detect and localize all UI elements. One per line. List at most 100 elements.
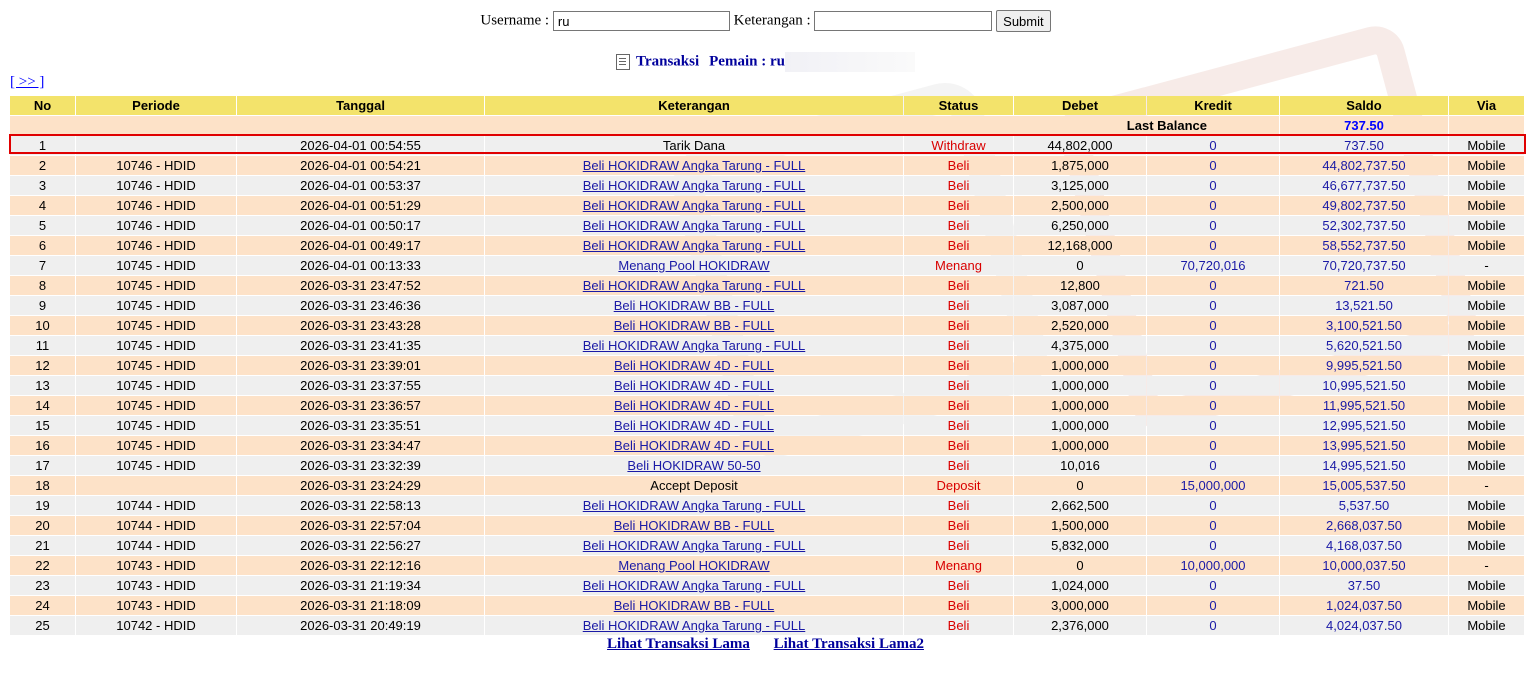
transaction-link[interactable]: Beli HOKIDRAW BB - FULL xyxy=(614,518,775,533)
keterangan-input[interactable] xyxy=(814,11,993,31)
cell-via: Mobile xyxy=(1449,396,1524,415)
cell-kredit: 10,000,000 xyxy=(1147,556,1279,575)
cell-debet: 5,832,000 xyxy=(1014,536,1146,555)
table-row: 17 10745 - HDID 2026-03-31 23:32:39 Beli HO… xyxy=(10,456,1524,475)
cell-keterangan: Beli HOKIDRAW 4D - FULL xyxy=(485,376,903,395)
cell-periode: 10745 - HDID xyxy=(76,376,236,395)
column-header: Tanggal xyxy=(237,96,484,115)
transaction-link[interactable]: Beli HOKIDRAW 4D - FULL xyxy=(614,438,774,453)
column-header: Kredit xyxy=(1147,96,1279,115)
cell-tanggal: 2026-03-31 20:49:19 xyxy=(237,616,484,635)
old-transactions-link[interactable]: Lihat Transaksi Lama xyxy=(607,636,750,652)
cell-tanggal: 2026-04-01 00:53:37 xyxy=(237,176,484,195)
table-row: 11 10745 - HDID 2026-03-31 23:41:35 Beli HO… xyxy=(10,336,1524,355)
cell-saldo: 46,677,737.50 xyxy=(1280,176,1448,195)
cell-debet: 6,250,000 xyxy=(1014,216,1146,235)
cell-saldo: 49,802,737.50 xyxy=(1280,196,1448,215)
last-balance-label: Last Balance xyxy=(10,116,1279,135)
transaction-link[interactable]: Beli HOKIDRAW 50-50 xyxy=(627,458,760,473)
cell-via: - xyxy=(1449,556,1524,575)
cell-tanggal: 2026-04-01 00:50:17 xyxy=(237,216,484,235)
cell-tanggal: 2026-03-31 23:41:35 xyxy=(237,336,484,355)
transaction-link[interactable]: Beli HOKIDRAW BB - FULL xyxy=(614,598,775,613)
next-page-link[interactable]: [ >> ] xyxy=(10,74,44,91)
cell-kredit: 0 xyxy=(1147,216,1279,235)
cell-tanggal: 2026-04-01 00:49:17 xyxy=(237,236,484,255)
cell-debet: 1,000,000 xyxy=(1014,396,1146,415)
cell-no: 9 xyxy=(10,296,75,315)
cell-periode: 10745 - HDID xyxy=(76,316,236,335)
cell-debet: 1,000,000 xyxy=(1014,376,1146,395)
old-transactions-2-link[interactable]: Lihat Transaksi Lama2 xyxy=(774,636,924,652)
transaction-link[interactable]: Beli HOKIDRAW Angka Tarung - FULL xyxy=(583,178,806,193)
transaction-link[interactable]: Menang Pool HOKIDRAW xyxy=(618,558,769,573)
table-row: 12 10745 - HDID 2026-03-31 23:39:01 Beli HO… xyxy=(10,356,1524,375)
transaction-link[interactable]: Beli HOKIDRAW Angka Tarung - FULL xyxy=(583,158,806,173)
cell-tanggal: 2026-03-31 21:18:09 xyxy=(237,596,484,615)
cell-saldo: 15,005,537.50 xyxy=(1280,476,1448,495)
cell-keterangan: Beli HOKIDRAW Angka Tarung - FULL xyxy=(485,576,903,595)
transaction-link[interactable]: Beli HOKIDRAW Angka Tarung - FULL xyxy=(583,538,806,553)
cell-no: 18 xyxy=(10,476,75,495)
transaction-link[interactable]: Beli HOKIDRAW Angka Tarung - FULL xyxy=(583,618,806,633)
cell-via: Mobile xyxy=(1449,196,1524,215)
transaction-link[interactable]: Beli HOKIDRAW Angka Tarung - FULL xyxy=(583,578,806,593)
table-row: 13 10745 - HDID 2026-03-31 23:37:55 Beli HO… xyxy=(10,376,1524,395)
transaction-link[interactable]: Beli HOKIDRAW 4D - FULL xyxy=(614,418,774,433)
cell-debet: 1,000,000 xyxy=(1014,416,1146,435)
cell-no: 10 xyxy=(10,316,75,335)
cell-status: Beli xyxy=(904,576,1013,595)
cell-periode: 10744 - HDID xyxy=(76,516,236,535)
cell-tanggal: 2026-03-31 23:47:52 xyxy=(237,276,484,295)
cell-saldo: 37.50 xyxy=(1280,576,1448,595)
transaction-link[interactable]: Beli HOKIDRAW BB - FULL xyxy=(614,298,775,313)
column-header: Saldo xyxy=(1280,96,1448,115)
table-row: 14 10745 - HDID 2026-03-31 23:36:57 Beli HO… xyxy=(10,396,1524,415)
cell-kredit: 15,000,000 xyxy=(1147,476,1279,495)
cell-status: Beli xyxy=(904,396,1013,415)
cell-saldo: 5,620,521.50 xyxy=(1280,336,1448,355)
cell-keterangan: Beli HOKIDRAW Angka Tarung - FULL xyxy=(485,536,903,555)
cell-status: Menang xyxy=(904,256,1013,275)
column-header: Periode xyxy=(76,96,236,115)
cell-periode: 10746 - HDID xyxy=(76,176,236,195)
submit-button[interactable]: Submit xyxy=(996,10,1051,32)
cell-debet: 3,087,000 xyxy=(1014,296,1146,315)
cell-tanggal: 2026-03-31 22:57:04 xyxy=(237,516,484,535)
username-label: Username : xyxy=(480,12,550,29)
transaction-link[interactable]: Beli HOKIDRAW 4D - FULL xyxy=(614,398,774,413)
table-row: 25 10742 - HDID 2026-03-31 20:49:19 Beli HO… xyxy=(10,616,1524,635)
cell-no: 23 xyxy=(10,576,75,595)
transaction-link[interactable]: Beli HOKIDRAW Angka Tarung - FULL xyxy=(583,198,806,213)
cell-keterangan: Beli HOKIDRAW Angka Tarung - FULL xyxy=(485,336,903,355)
cell-via: Mobile xyxy=(1449,156,1524,175)
transaction-link[interactable]: Beli HOKIDRAW 4D - FULL xyxy=(614,358,774,373)
cell-kredit: 0 xyxy=(1147,196,1279,215)
cell-no: 3 xyxy=(10,176,75,195)
transaction-link[interactable]: Menang Pool HOKIDRAW xyxy=(618,258,769,273)
cell-no: 14 xyxy=(10,396,75,415)
transaction-link[interactable]: Beli HOKIDRAW Angka Tarung - FULL xyxy=(583,278,806,293)
transaction-link[interactable]: Beli HOKIDRAW 4D - FULL xyxy=(614,378,774,393)
table-row: 19 10744 - HDID 2026-03-31 22:58:13 Beli HO… xyxy=(10,496,1524,515)
transaction-link[interactable]: Beli HOKIDRAW BB - FULL xyxy=(614,318,775,333)
cell-kredit: 0 xyxy=(1147,336,1279,355)
transaction-link[interactable]: Beli HOKIDRAW Angka Tarung - FULL xyxy=(583,218,806,233)
cell-keterangan: Beli HOKIDRAW Angka Tarung - FULL xyxy=(485,196,903,215)
username-input[interactable] xyxy=(552,11,730,31)
cell-tanggal: 2026-04-01 00:13:33 xyxy=(237,256,484,275)
cell-periode: 10745 - HDID xyxy=(76,296,236,315)
cell-no: 24 xyxy=(10,596,75,615)
cell-saldo: 44,802,737.50 xyxy=(1280,156,1448,175)
column-header: Debet xyxy=(1014,96,1146,115)
transaction-link[interactable]: Beli HOKIDRAW Angka Tarung - FULL xyxy=(583,238,806,253)
cell-periode: 10745 - HDID xyxy=(76,396,236,415)
cell-via: Mobile xyxy=(1449,576,1524,595)
transaction-link[interactable]: Beli HOKIDRAW Angka Tarung - FULL xyxy=(583,498,806,513)
cell-tanggal: 2026-03-31 22:12:16 xyxy=(237,556,484,575)
cell-saldo: 13,521.50 xyxy=(1280,296,1448,315)
table-row: 20 10744 - HDID 2026-03-31 22:57:04 Beli HO… xyxy=(10,516,1524,535)
cell-no: 21 xyxy=(10,536,75,555)
table-row: 1 2026-04-01 00:54:55 Tarik Dana Withdraw 44… xyxy=(10,136,1524,155)
transaction-link[interactable]: Beli HOKIDRAW Angka Tarung - FULL xyxy=(583,338,806,353)
